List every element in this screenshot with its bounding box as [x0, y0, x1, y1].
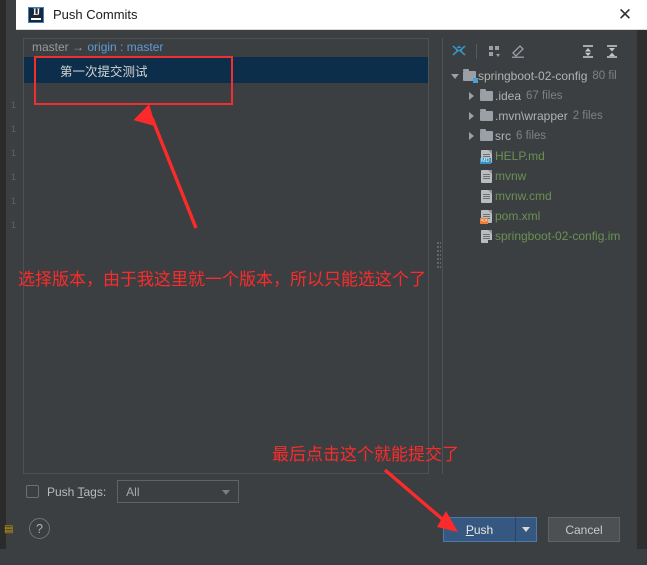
- commits-list-panel[interactable]: master → origin : master 第一次提交测试: [23, 38, 429, 474]
- push-button-label: ush: [473, 522, 494, 537]
- folder-module-icon: [463, 69, 478, 83]
- push-tags-select[interactable]: All: [117, 480, 240, 503]
- xml-file-icon: <>: [480, 209, 492, 224]
- tree-row-label: mvnw: [495, 169, 527, 183]
- tree-row-label: pom.xml: [495, 209, 541, 223]
- tree-row-label: .mvn\wrapper: [495, 109, 568, 123]
- markdown-file-icon: MD: [480, 149, 492, 164]
- annotation-note-click-push: 最后点击这个就能提交了: [272, 445, 459, 465]
- tree-row-count: 6 files: [516, 130, 547, 142]
- splitter-grip-icon: [437, 242, 441, 270]
- tree-row[interactable]: springboot-02-config.im: [443, 226, 630, 246]
- branch-arrow-icon: →: [72, 40, 85, 54]
- tree-row[interactable]: MD HELP.md: [443, 146, 630, 166]
- gutter-line-number: 1: [10, 220, 16, 230]
- screen: 1 1 1 1 1 1 ▤ Push Commits ✕ master → or…: [0, 0, 647, 565]
- dialog-title: Push Commits: [53, 7, 138, 22]
- changed-files-tree[interactable]: springboot-02-config 80 fil .idea 67 files.…: [443, 64, 630, 246]
- push-tags-checkbox[interactable]: [26, 485, 39, 498]
- push-tags-label-post: ags:: [83, 484, 107, 499]
- changed-files-panel: springboot-02-config 80 fil .idea 67 files.…: [442, 38, 630, 474]
- tree-row-label: springboot-02-config.im: [495, 229, 621, 243]
- collapse-all-icon[interactable]: [600, 40, 624, 62]
- tree-row[interactable]: .idea 67 files: [443, 86, 630, 106]
- branch-header-row[interactable]: master → origin : master: [24, 39, 428, 57]
- chevron-right-icon: [469, 112, 474, 120]
- tree-row[interactable]: mvnw.cmd: [443, 186, 630, 206]
- expand-all-icon[interactable]: [576, 40, 600, 62]
- gutter-line-number: 1: [10, 196, 16, 206]
- tree-row-label: HELP.md: [495, 149, 545, 163]
- commit-list-item[interactable]: 第一次提交测试: [24, 57, 428, 83]
- folder-icon: [480, 129, 493, 141]
- text-file-icon: [481, 169, 492, 183]
- commit-message: 第一次提交测试: [60, 64, 148, 79]
- tree-row-label: .idea: [495, 89, 522, 103]
- tree-twisty[interactable]: [448, 73, 461, 79]
- chevron-down-icon: [450, 73, 459, 79]
- gutter-line-number: 1: [10, 172, 16, 182]
- chevron-down-icon: [222, 490, 231, 495]
- gutter-line-number: 1: [10, 124, 16, 134]
- tree-twisty[interactable]: [465, 132, 478, 140]
- tree-row-count: 67 files: [526, 90, 563, 102]
- branch-target-label: origin : master: [87, 40, 164, 54]
- chevron-right-icon: [469, 132, 474, 140]
- files-toolbar: [443, 38, 630, 64]
- folder-icon: [480, 109, 493, 121]
- gutter-line-number: 1: [10, 100, 16, 110]
- tree-twisty[interactable]: [465, 112, 478, 120]
- annotation-note-select-version: 选择版本，由于我这里就一个版本，所以只能选这个了: [18, 270, 426, 290]
- tree-row[interactable]: src 6 files: [443, 126, 630, 146]
- tree-row-count: 2 files: [572, 110, 603, 122]
- intellij-idea-icon: [28, 6, 44, 23]
- chevron-right-icon: [469, 92, 474, 100]
- iml-file-icon: [481, 229, 493, 244]
- tree-row-label: mvnw.cmd: [495, 189, 552, 203]
- group-by-icon[interactable]: [482, 40, 506, 62]
- folder-icon: [480, 89, 493, 101]
- edit-icon[interactable]: [506, 40, 530, 62]
- push-tags-row: Push Tags: All: [26, 480, 240, 503]
- push-tags-label-pre: Push: [47, 484, 78, 499]
- ide-background-right: [637, 0, 647, 565]
- toolbar-separator: [476, 43, 477, 59]
- ide-background-file-icon: ▤: [4, 524, 14, 535]
- ide-background-bottom: [0, 549, 647, 565]
- tree-twisty[interactable]: [465, 92, 478, 100]
- chevron-down-icon: [522, 527, 530, 532]
- cancel-button[interactable]: Cancel: [548, 517, 620, 542]
- branch-source-label: master: [32, 40, 69, 54]
- tree-row[interactable]: mvnw: [443, 166, 630, 186]
- push-button[interactable]: Push: [443, 517, 515, 542]
- dialog-titlebar: Push Commits ✕: [16, 0, 647, 30]
- push-tags-select-value: All: [126, 484, 140, 499]
- tree-row-count: 80 fil: [592, 70, 617, 82]
- tree-row-label: springboot-02-config: [478, 69, 588, 83]
- ide-background-edge: [0, 0, 6, 565]
- collapse-selection-icon[interactable]: [447, 40, 471, 62]
- tree-row[interactable]: springboot-02-config 80 fil: [443, 66, 630, 86]
- push-dropdown-button[interactable]: [515, 517, 537, 542]
- tree-row[interactable]: <> pom.xml: [443, 206, 630, 226]
- push-tags-label: Push Tags:: [47, 485, 106, 499]
- text-file-icon: [481, 189, 492, 203]
- help-button[interactable]: ?: [29, 518, 50, 539]
- close-icon[interactable]: ✕: [603, 0, 647, 30]
- tree-row[interactable]: .mvn\wrapper 2 files: [443, 106, 630, 126]
- tree-row-label: src: [495, 129, 511, 143]
- gutter-line-number: 1: [10, 148, 16, 158]
- push-button-mnemonic: P: [465, 522, 474, 537]
